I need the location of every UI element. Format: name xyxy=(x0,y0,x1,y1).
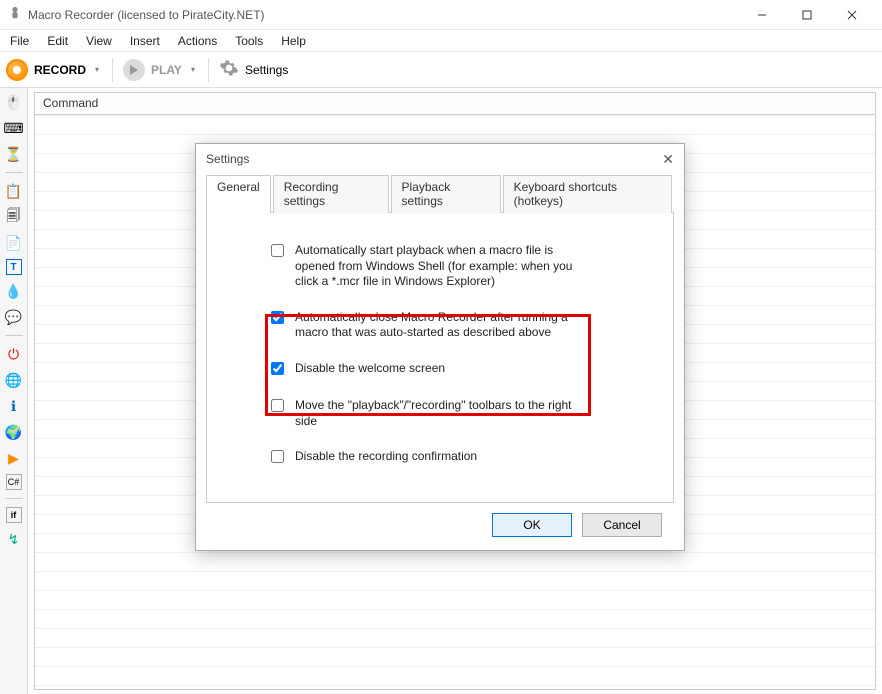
opt-autostart-playback-label: Automatically start playback when a macr… xyxy=(295,243,595,290)
menu-bar: File Edit View Insert Actions Tools Help xyxy=(0,30,882,52)
close-button[interactable] xyxy=(829,0,874,30)
menu-edit[interactable]: Edit xyxy=(47,34,68,48)
app-icon xyxy=(8,6,22,23)
tab-panel-general: Automatically start playback when a macr… xyxy=(206,213,674,503)
main-toolbar: RECORD ▾ PLAY ▾ Settings xyxy=(0,52,882,88)
opt-move-toolbars-label: Move the "playback"/"recording" toolbars… xyxy=(295,398,595,429)
globe-run-icon[interactable]: 🌍 xyxy=(4,422,24,442)
keyboard-icon[interactable]: ⌨ xyxy=(4,118,24,138)
minimize-button[interactable] xyxy=(739,0,784,30)
maximize-button[interactable] xyxy=(784,0,829,30)
tab-hotkeys[interactable]: Keyboard shortcuts (hotkeys) xyxy=(503,175,672,213)
menu-help[interactable]: Help xyxy=(281,34,306,48)
cancel-button[interactable]: Cancel xyxy=(582,513,662,537)
dialog-titlebar: Settings ✕ xyxy=(196,144,684,174)
menu-view[interactable]: View xyxy=(86,34,112,48)
gear-icon[interactable] xyxy=(219,58,239,81)
dialog-close-button[interactable]: ✕ xyxy=(662,151,674,168)
timer-icon[interactable]: ⏳ xyxy=(4,144,24,164)
copy-icon[interactable]: 🗐 xyxy=(4,207,24,227)
play-icon[interactable] xyxy=(123,59,145,81)
dialog-title: Settings xyxy=(206,152,249,166)
tab-playback[interactable]: Playback settings xyxy=(391,175,501,213)
shutdown-icon[interactable]: ⏻ xyxy=(4,344,24,364)
menu-file[interactable]: File xyxy=(10,34,29,48)
text-icon[interactable]: T xyxy=(6,259,22,275)
info-icon[interactable]: ℹ xyxy=(4,396,24,416)
record-button[interactable]: RECORD xyxy=(34,63,86,77)
window-title: Macro Recorder (licensed to PirateCity.N… xyxy=(28,8,265,22)
opt-autostart-playback-checkbox[interactable] xyxy=(271,244,284,257)
settings-dialog: Settings ✕ General Recording settings Pl… xyxy=(195,143,685,551)
play-circle-icon[interactable]: ▶ xyxy=(4,448,24,468)
paste-icon[interactable]: 📋 xyxy=(4,181,24,201)
record-dropdown[interactable]: ▾ xyxy=(92,65,102,74)
opt-autoclose-label: Automatically close Macro Recorder after… xyxy=(295,310,595,341)
menu-tools[interactable]: Tools xyxy=(235,34,263,48)
left-toolbox: 🖱️ ⌨ ⏳ 📋 🗐 📄 T 💧 💬 ⏻ 🌐 ℹ 🌍 ▶ C# if ↯ xyxy=(0,88,28,694)
color-picker-icon[interactable]: 💧 xyxy=(4,281,24,301)
opt-autoclose-checkbox[interactable] xyxy=(271,311,284,324)
csharp-icon[interactable]: C# xyxy=(6,474,22,490)
menu-insert[interactable]: Insert xyxy=(130,34,160,48)
message-icon[interactable]: 💬 xyxy=(4,307,24,327)
play-button[interactable]: PLAY xyxy=(151,63,182,77)
record-icon[interactable] xyxy=(6,59,28,81)
clipboard-icon[interactable]: 📄 xyxy=(4,233,24,253)
branch-icon[interactable]: ↯ xyxy=(4,529,24,549)
opt-move-toolbars-checkbox[interactable] xyxy=(271,399,284,412)
settings-button[interactable]: Settings xyxy=(245,63,288,77)
menu-actions[interactable]: Actions xyxy=(178,34,217,48)
opt-disable-confirm-checkbox[interactable] xyxy=(271,450,284,463)
ok-button[interactable]: OK xyxy=(492,513,572,537)
if-icon[interactable]: if xyxy=(6,507,22,523)
opt-disable-confirm-label: Disable the recording confirmation xyxy=(295,449,477,465)
opt-disable-welcome-label: Disable the welcome screen xyxy=(295,361,445,377)
tab-recording[interactable]: Recording settings xyxy=(273,175,389,213)
play-dropdown[interactable]: ▾ xyxy=(188,65,198,74)
opt-disable-welcome-checkbox[interactable] xyxy=(271,362,284,375)
mouse-icon[interactable]: 🖱️ xyxy=(4,92,24,112)
tab-general[interactable]: General xyxy=(206,175,271,213)
globe-icon[interactable]: 🌐 xyxy=(4,370,24,390)
grid-header-command[interactable]: Command xyxy=(35,93,875,115)
settings-tabs: General Recording settings Playback sett… xyxy=(206,174,674,213)
window-titlebar: Macro Recorder (licensed to PirateCity.N… xyxy=(0,0,882,30)
